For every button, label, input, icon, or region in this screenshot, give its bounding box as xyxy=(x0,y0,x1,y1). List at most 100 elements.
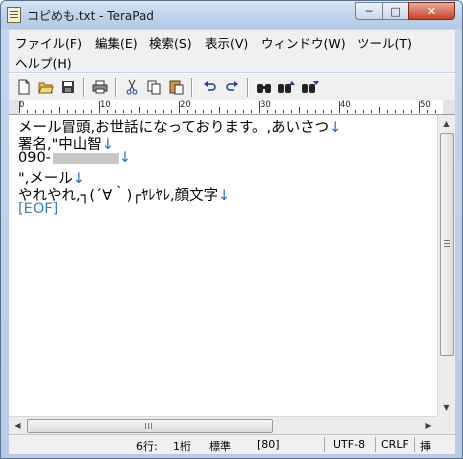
ruler-tick xyxy=(307,110,308,113)
horizontal-scroll-thumb[interactable] xyxy=(27,419,273,433)
arrow-left-icon: ◀ xyxy=(14,421,21,430)
ruler-tick xyxy=(43,110,44,113)
horizontal-scrollbar[interactable]: ◀ ▶ xyxy=(9,416,437,434)
status-column: 1桁 xyxy=(173,440,191,453)
ruler-tick xyxy=(91,110,92,113)
scroll-down-arrow[interactable]: ▼ xyxy=(438,399,455,416)
find-button[interactable] xyxy=(255,78,273,96)
menu-edit[interactable]: 編集(E) xyxy=(95,33,138,52)
scroll-right-arrow[interactable]: ▶ xyxy=(420,417,437,434)
ruler-tick xyxy=(131,110,132,113)
ruler-tick xyxy=(59,107,60,113)
editor-line: 署名,"中山智↓ xyxy=(18,133,114,153)
ruler-tick xyxy=(19,101,20,113)
cut-button[interactable] xyxy=(123,78,141,96)
arrow-right-icon: ▶ xyxy=(425,421,432,430)
ruler-tick xyxy=(67,110,68,113)
new-file-icon xyxy=(18,79,30,95)
ruler-label: 20 xyxy=(180,100,191,110)
ruler-tick xyxy=(187,110,188,113)
redo-button[interactable] xyxy=(223,78,241,96)
save-icon xyxy=(62,81,74,93)
ruler-scale: 0 10 20 30 40 50 xyxy=(19,100,443,114)
copy-button[interactable] xyxy=(145,78,163,96)
ruler-tick xyxy=(427,110,428,113)
text-editor[interactable]: メール冒頭,お世話になっております。,あいさつ↓ 署名,"中山智↓ 090- ↓ … xyxy=(9,115,437,416)
editor-line: ",メール↓ xyxy=(18,167,85,187)
scrollbar-corner xyxy=(437,416,455,434)
ruler-tick xyxy=(267,110,268,113)
print-button[interactable] xyxy=(91,78,109,96)
ruler-tick xyxy=(211,110,212,113)
scroll-up-arrow[interactable]: ▲ xyxy=(438,115,455,132)
open-button[interactable] xyxy=(37,78,55,96)
menu-help[interactable]: ヘルプ(H) xyxy=(15,53,72,72)
open-folder-icon xyxy=(38,82,54,94)
menu-bar: ファイル(F) 編集(E) 検索(S) 表示(V) ウィンドウ(W) ツール(T… xyxy=(9,30,455,72)
find-next-button[interactable] xyxy=(301,78,319,96)
vertical-scroll-thumb[interactable] xyxy=(440,133,454,356)
undo-icon xyxy=(204,81,216,91)
ruler-label: 40 xyxy=(340,100,351,110)
arrow-down-icon: ▼ xyxy=(443,403,450,412)
ruler-tick xyxy=(163,110,164,113)
menu-search[interactable]: 検索(S) xyxy=(149,33,192,52)
ruler-tick xyxy=(435,110,436,113)
ruler-tick xyxy=(219,107,220,113)
paste-button[interactable] xyxy=(167,78,185,96)
vertical-scrollbar[interactable]: ▲ ▼ xyxy=(437,115,455,416)
close-icon: ✕ xyxy=(426,4,437,18)
terapad-window: コピめも.txt - TeraPad ─ □ ✕ ファイル(F) 編集(E) 検… xyxy=(0,0,463,459)
ruler-tick xyxy=(379,107,380,113)
ruler-tick xyxy=(395,110,396,113)
ruler-tick xyxy=(83,110,84,113)
maximize-button[interactable]: □ xyxy=(382,2,409,20)
ruler-tick xyxy=(155,110,156,113)
toolbar xyxy=(9,73,455,101)
minimize-button[interactable]: ─ xyxy=(355,2,383,20)
ruler-tick xyxy=(323,110,324,113)
find-next-icon xyxy=(302,81,319,93)
close-button[interactable]: ✕ xyxy=(408,2,455,20)
paste-icon xyxy=(169,80,183,95)
status-encoding: UTF-8 xyxy=(333,438,366,451)
status-code: [80] xyxy=(257,438,280,451)
ruler-tick xyxy=(107,110,108,113)
redacted-block xyxy=(52,152,119,164)
undo-button[interactable] xyxy=(201,78,219,96)
find-previous-button[interactable] xyxy=(277,78,295,96)
arrow-up-icon: ▲ xyxy=(443,119,450,128)
ruler-tick xyxy=(347,110,348,113)
redo-icon xyxy=(226,81,238,91)
scroll-left-arrow[interactable]: ◀ xyxy=(9,417,26,434)
ruler-tick xyxy=(251,110,252,113)
menu-window[interactable]: ウィンドウ(W) xyxy=(261,33,346,52)
title-bar[interactable]: コピめも.txt - TeraPad ─ □ ✕ xyxy=(1,1,462,29)
ruler-tick xyxy=(275,110,276,113)
editor-line: メール冒頭,お世話になっております。,あいさつ↓ xyxy=(18,116,341,136)
ruler-tick xyxy=(179,101,180,113)
menu-view[interactable]: 表示(V) xyxy=(205,33,248,52)
ruler-label: 30 xyxy=(260,100,271,110)
column-ruler: 0 10 20 30 40 50 xyxy=(9,100,455,115)
menu-tools[interactable]: ツール(T) xyxy=(357,33,412,52)
save-button[interactable] xyxy=(59,78,77,96)
ruler-tick xyxy=(195,110,196,113)
find-icon xyxy=(257,84,271,93)
maximize-icon: □ xyxy=(390,4,401,18)
ruler-tick xyxy=(235,110,236,113)
ruler-tick xyxy=(123,110,124,113)
ruler-tick xyxy=(99,101,100,113)
status-insert-mode: 挿 xyxy=(420,440,431,453)
toolbar-separator xyxy=(115,78,117,97)
new-file-button[interactable] xyxy=(15,78,33,96)
ruler-tick xyxy=(299,107,300,113)
ruler-tick xyxy=(371,110,372,113)
ruler-tick xyxy=(203,110,204,113)
minimize-icon: ─ xyxy=(365,4,373,18)
eol-mark: ↓ xyxy=(329,120,342,136)
ruler-tick xyxy=(171,110,172,113)
status-separator xyxy=(324,437,325,452)
menu-file[interactable]: ファイル(F) xyxy=(15,33,82,52)
terapad-app-icon[interactable] xyxy=(7,7,21,23)
